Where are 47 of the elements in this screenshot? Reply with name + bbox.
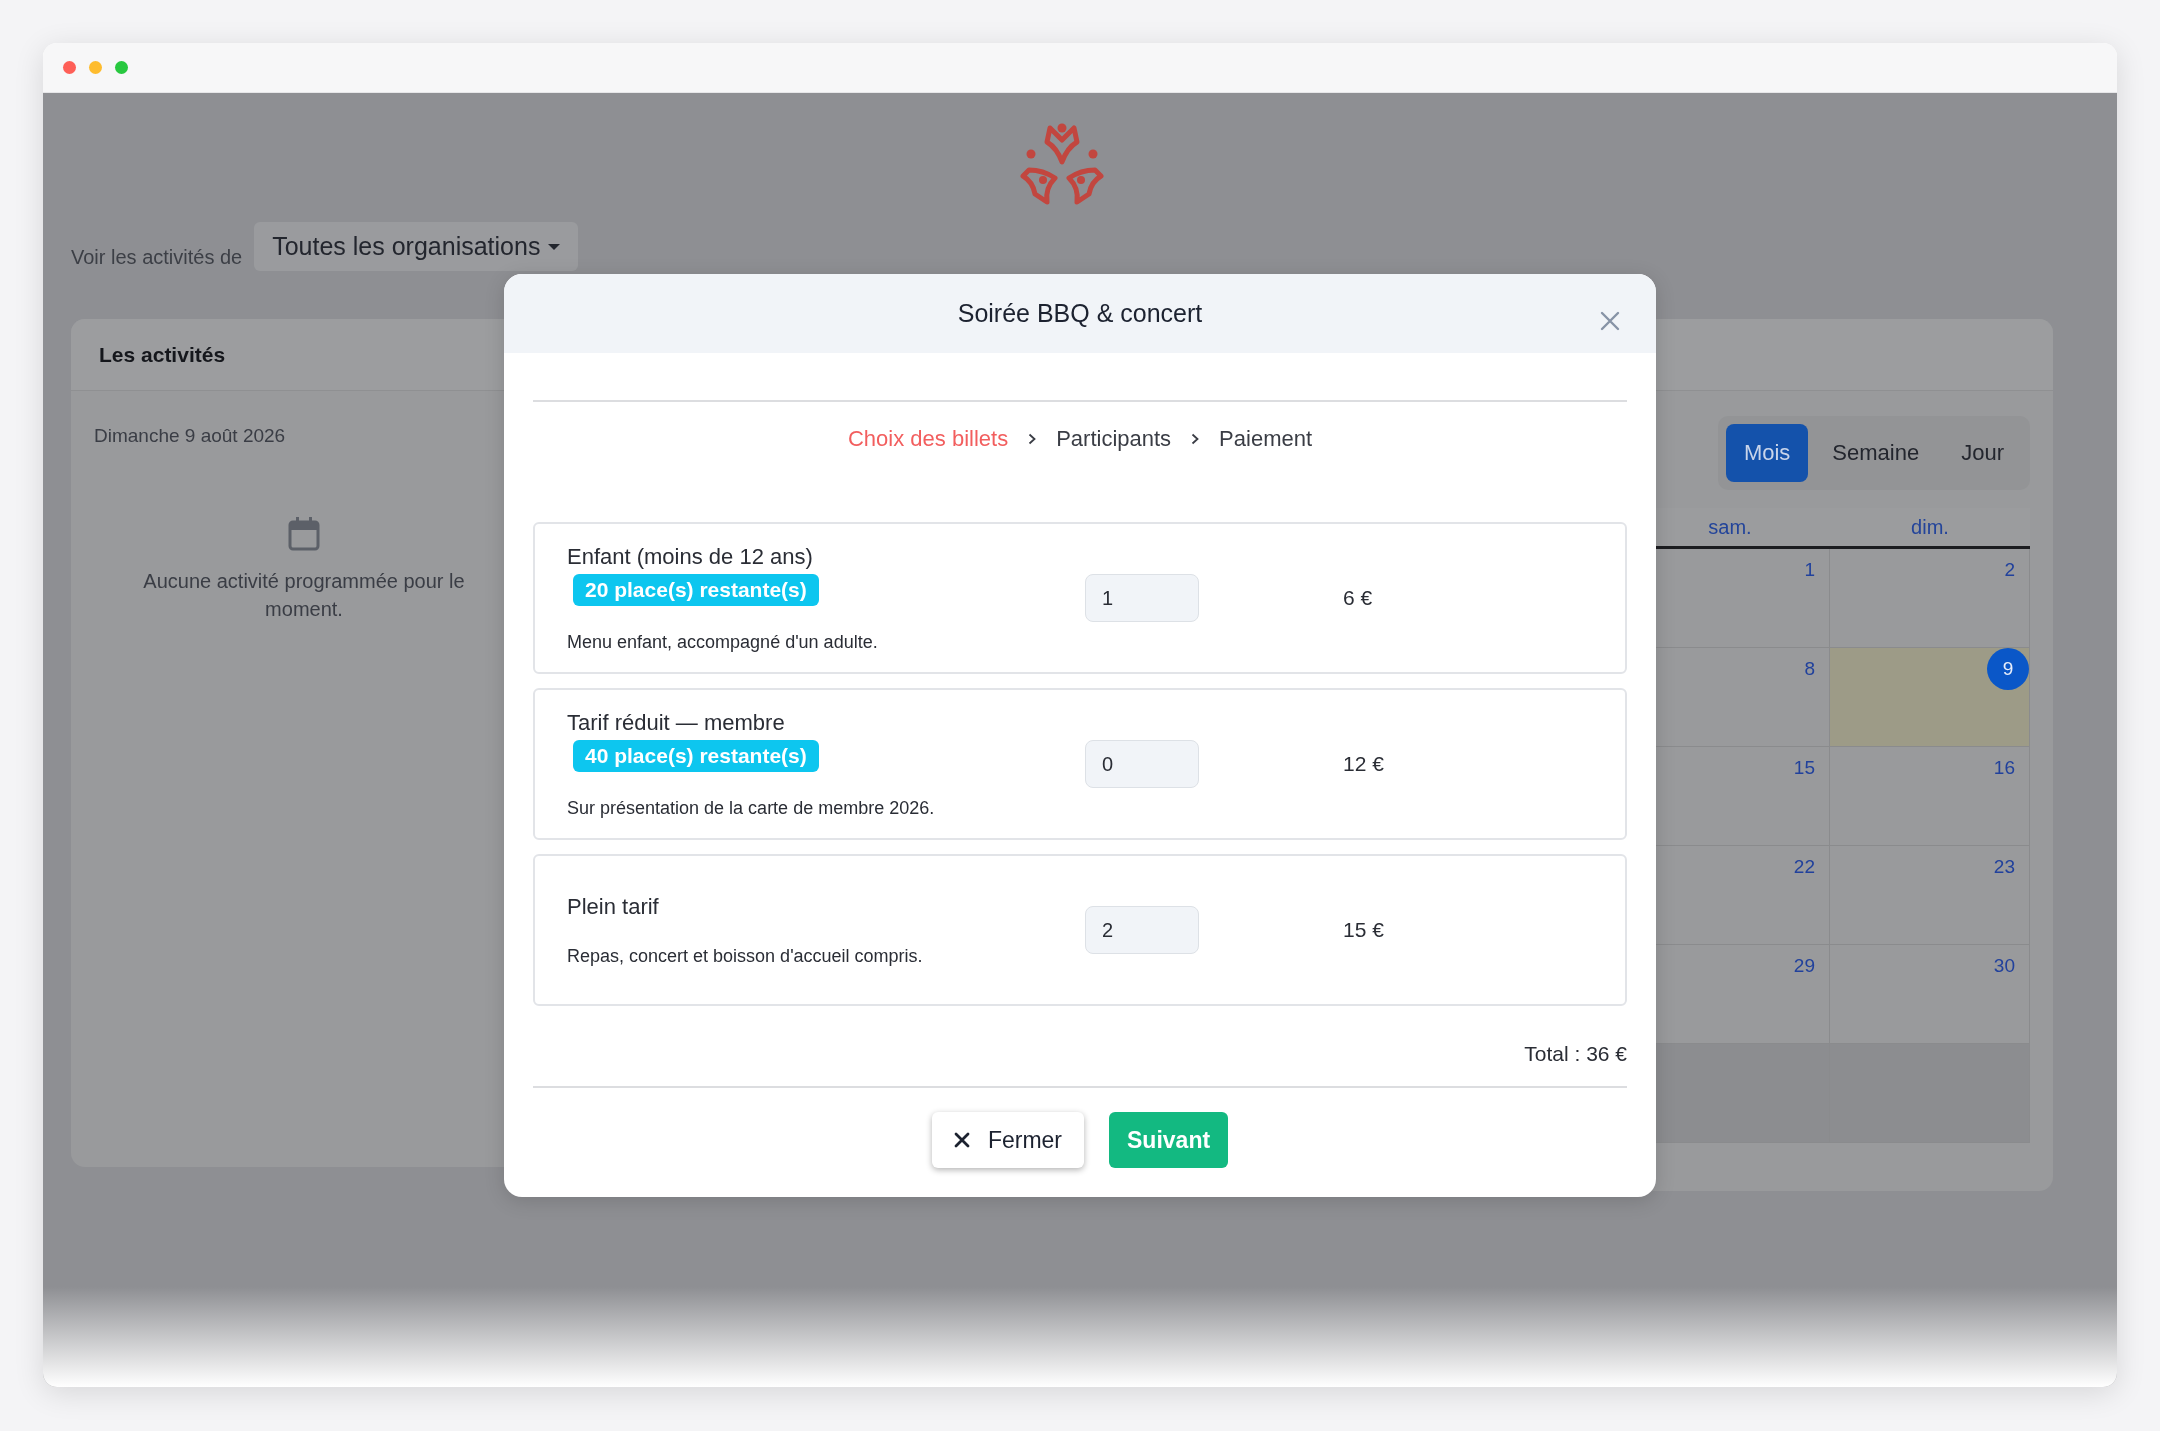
empty-message: Aucune activité programmée pour le moment. [142, 569, 466, 622]
day-number[interactable]: 29 [1793, 955, 1815, 977]
ticket-description: Repas, concert et boisson d'accueil compris. [567, 945, 923, 967]
chevron-icon [1191, 433, 1200, 445]
organisation-dropdown[interactable]: Toutes les organisations [254, 222, 579, 271]
view-tab[interactable]: Jour [1943, 424, 2022, 482]
ticket-description: Menu enfant, accompagné d'un adulte. [567, 631, 878, 653]
availability-badge: 40 place(s) restante(s) [573, 739, 819, 772]
day-number[interactable]: 23 [1993, 856, 2015, 878]
dialog-title: Soirée BBQ & concert [957, 299, 1203, 328]
day-number[interactable]: 2 [2004, 559, 2015, 581]
day-number[interactable]: 9 [1987, 648, 2029, 690]
view-tab[interactable]: Semaine [1814, 424, 1938, 482]
close-icon [953, 1132, 970, 1148]
date-label: Dimanche 9 août 2026 [94, 425, 287, 447]
caret-icon [548, 243, 561, 250]
quantity-field[interactable]: 2 [1085, 906, 1199, 954]
day-number[interactable]: 16 [1993, 757, 2015, 779]
day-number[interactable]: 30 [1993, 955, 2015, 977]
day-number[interactable]: 22 [1793, 856, 1815, 878]
view-tab[interactable]: Mois [1725, 424, 1809, 482]
chevron-icon [1028, 433, 1037, 445]
filter-label: Voir les activités de [71, 246, 243, 270]
step-label: Participants [1056, 426, 1172, 452]
availability-badge: 20 place(s) restante(s) [573, 573, 819, 606]
close-button[interactable]: Fermer [931, 1112, 1084, 1168]
minimize-window-icon[interactable] [89, 61, 102, 74]
ticket-name: Tarif réduit — membre [567, 709, 785, 736]
day-number[interactable]: 8 [1804, 658, 1815, 680]
ticket-price: 15 € [1343, 918, 1384, 942]
total-label: Total : 36 € [1523, 1042, 1627, 1066]
ticket-price: 6 € [1343, 586, 1373, 610]
close-window-icon[interactable] [63, 61, 76, 74]
ticket-description: Sur présentation de la carte de membre 2026. [567, 797, 935, 819]
step-label: Paiement [1219, 426, 1313, 452]
ticket-name: Enfant (moins de 12 ans) [567, 543, 813, 570]
next-button[interactable]: Suivant [1109, 1112, 1229, 1168]
ticket-price: 12 € [1343, 752, 1384, 776]
maximize-window-icon[interactable] [115, 61, 128, 74]
close-icon[interactable] [1600, 311, 1620, 331]
quantity-field[interactable]: 0 [1085, 740, 1199, 788]
ticket-name: Plein tarif [567, 893, 659, 920]
quantity-field[interactable]: 1 [1085, 574, 1199, 622]
day-number[interactable]: 1 [1804, 559, 1815, 581]
day-number[interactable]: 15 [1793, 757, 1815, 779]
calendar-icon [288, 517, 320, 551]
step-label: Choix des billets [847, 426, 1009, 452]
